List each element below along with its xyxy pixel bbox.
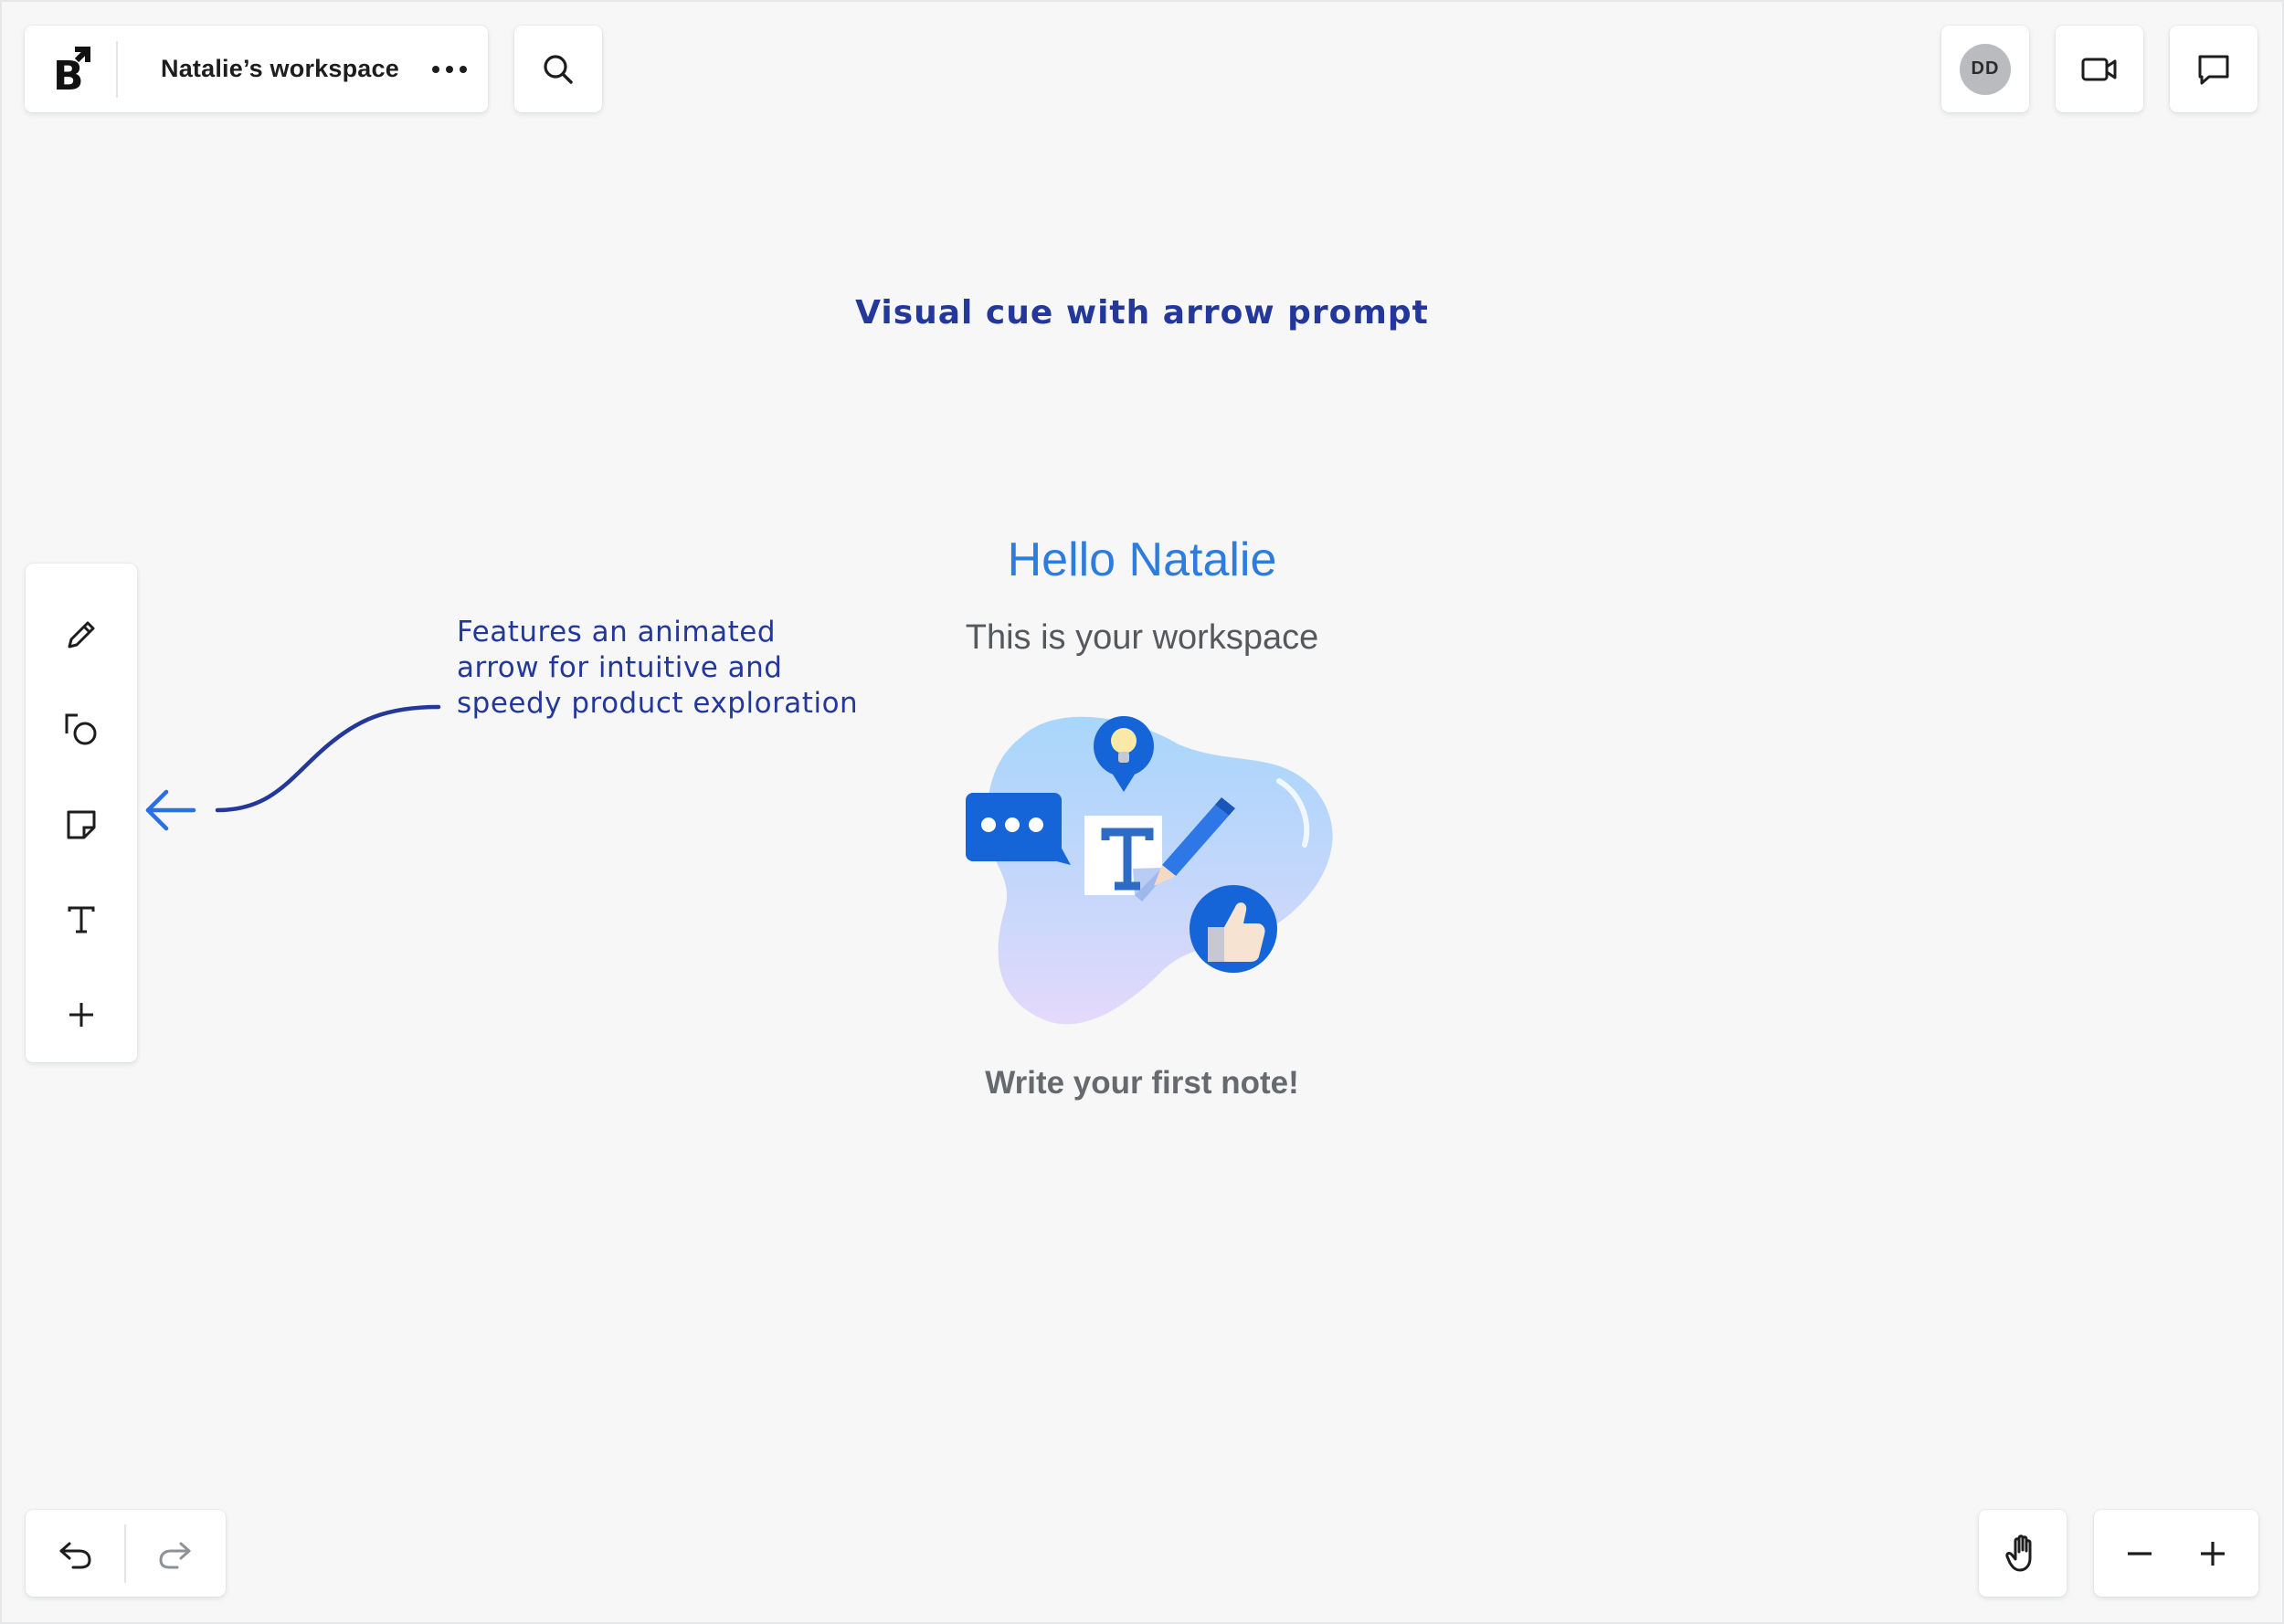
write-first-note-button[interactable]: Write your first note! [0,1065,2284,1102]
thumbs-up-icon [1190,885,1277,973]
more-tools-button[interactable] [26,967,137,1062]
text-tool[interactable] [26,872,137,967]
video-camera-icon [2081,58,2117,80]
minus-icon [2128,1551,2152,1555]
redo-button[interactable] [126,1510,225,1597]
undo-button[interactable] [26,1510,124,1597]
video-call-button[interactable] [2056,26,2143,112]
plus-icon [69,1003,93,1027]
sticky-note-tool[interactable] [26,777,137,872]
search-icon [544,54,573,84]
pan-tool-button[interactable] [1979,1510,2067,1597]
zoom-out-button[interactable] [2108,1522,2172,1586]
annotation-curve [215,704,441,813]
prompt-title: Visual cue with arrow prompt [855,294,1429,332]
workspace-illustration [966,716,1333,1025]
chat-bubble-icon [966,793,1071,865]
search-button[interactable] [514,26,602,112]
workspace-bar: B Natalie’s workspace [25,26,488,112]
redo-icon [159,1542,191,1568]
plus-icon [2201,1541,2225,1566]
arrow-left-icon [145,789,196,831]
comments-button[interactable] [2170,26,2258,112]
hand-pan-icon [2005,1534,2032,1571]
welcome-heading: Hello Natalie [1007,533,1277,586]
history-controls [26,1510,226,1597]
divider [116,40,118,98]
zoom-controls [2094,1510,2258,1597]
brand-logo-icon[interactable]: B [25,26,116,112]
shapes-icon [65,713,97,745]
chat-bubble-icon [2198,55,2229,84]
workspace-name[interactable]: Natalie’s workspace [161,55,399,83]
avatar: DD [1960,43,2011,95]
welcome-subtitle: This is your workspace [965,618,1319,657]
annotation-line: speedy product exploration [457,687,859,720]
sticky-note-icon [67,810,96,839]
more-horizontal-icon[interactable] [427,47,472,92]
shapes-tool[interactable] [26,682,137,777]
zoom-in-button[interactable] [2181,1522,2245,1586]
undo-icon [59,1542,91,1568]
user-avatar-button[interactable]: DD [1941,26,2029,112]
pointer-arrow [145,704,441,831]
text-icon [68,906,95,933]
